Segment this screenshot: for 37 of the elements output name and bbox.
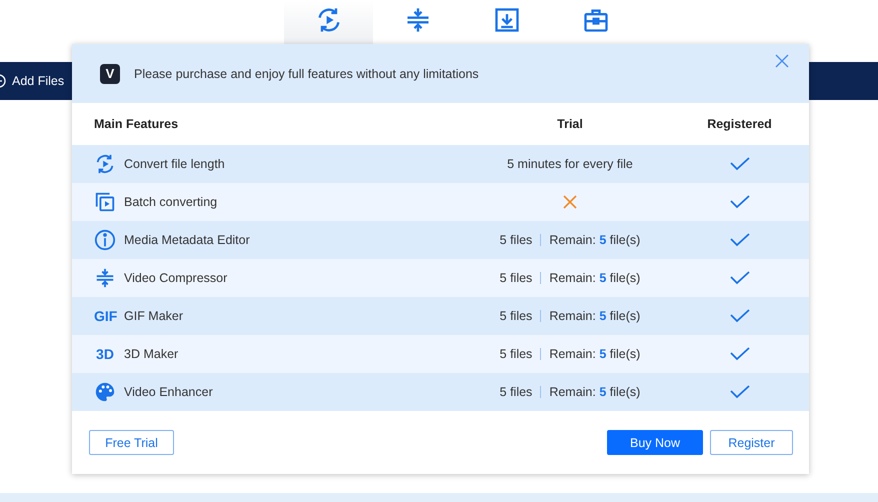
feature-icon-text: GIF: [94, 308, 116, 324]
info-icon: [94, 229, 116, 251]
feature-name: 3D Maker: [124, 347, 178, 361]
feature-icon-text: 3D: [95, 346, 115, 362]
primary-button[interactable]: Buy Now: [607, 430, 703, 455]
trial-limit: 5 minutes for every file: [507, 157, 633, 171]
compress-icon: [94, 267, 116, 289]
trial-limit: 5 files: [500, 385, 532, 399]
download-box-icon: [492, 6, 520, 34]
feature-name: Video Enhancer: [124, 385, 213, 399]
app-logo: V: [100, 64, 120, 84]
column-header: Main Features: [94, 117, 178, 131]
feature-name: Convert file length: [124, 157, 225, 171]
outline-button[interactable]: Free Trial: [89, 430, 174, 455]
feature-name: Batch converting: [124, 195, 218, 209]
feature-name: GIF Maker: [124, 309, 184, 323]
outline-button[interactable]: Register: [710, 430, 793, 455]
trial-limit: 5 files: [500, 347, 532, 361]
cross-icon: [563, 195, 577, 209]
rotating-arrows-play-icon: [94, 153, 116, 175]
purchase-message: Please purchase and enjoy full features without any limitations: [134, 66, 479, 80]
trial-limit: 5 files: [500, 271, 532, 285]
trial-limit: 5 files: [500, 309, 532, 323]
close-icon[interactable]: [773, 52, 791, 70]
remaining-count: Remain: 5 file(s): [549, 347, 640, 361]
column-header: Registered: [707, 117, 772, 131]
column-header: Trial: [557, 117, 583, 131]
feature-name: Video Compressor: [124, 271, 228, 285]
stacked-play-icon: [94, 191, 116, 213]
remaining-count: Remain: 5 file(s): [549, 271, 640, 285]
feature-name: Media Metadata Editor: [124, 233, 250, 247]
remaining-count: Remain: 5 file(s): [549, 385, 640, 399]
trial-limit: 5 files: [500, 233, 532, 247]
add-files-button[interactable]: Add Files: [0, 74, 64, 88]
palette-icon: [94, 381, 116, 403]
remaining-count: Remain: 5 file(s): [549, 233, 640, 247]
remaining-count: Remain: 5 file(s): [549, 309, 640, 323]
